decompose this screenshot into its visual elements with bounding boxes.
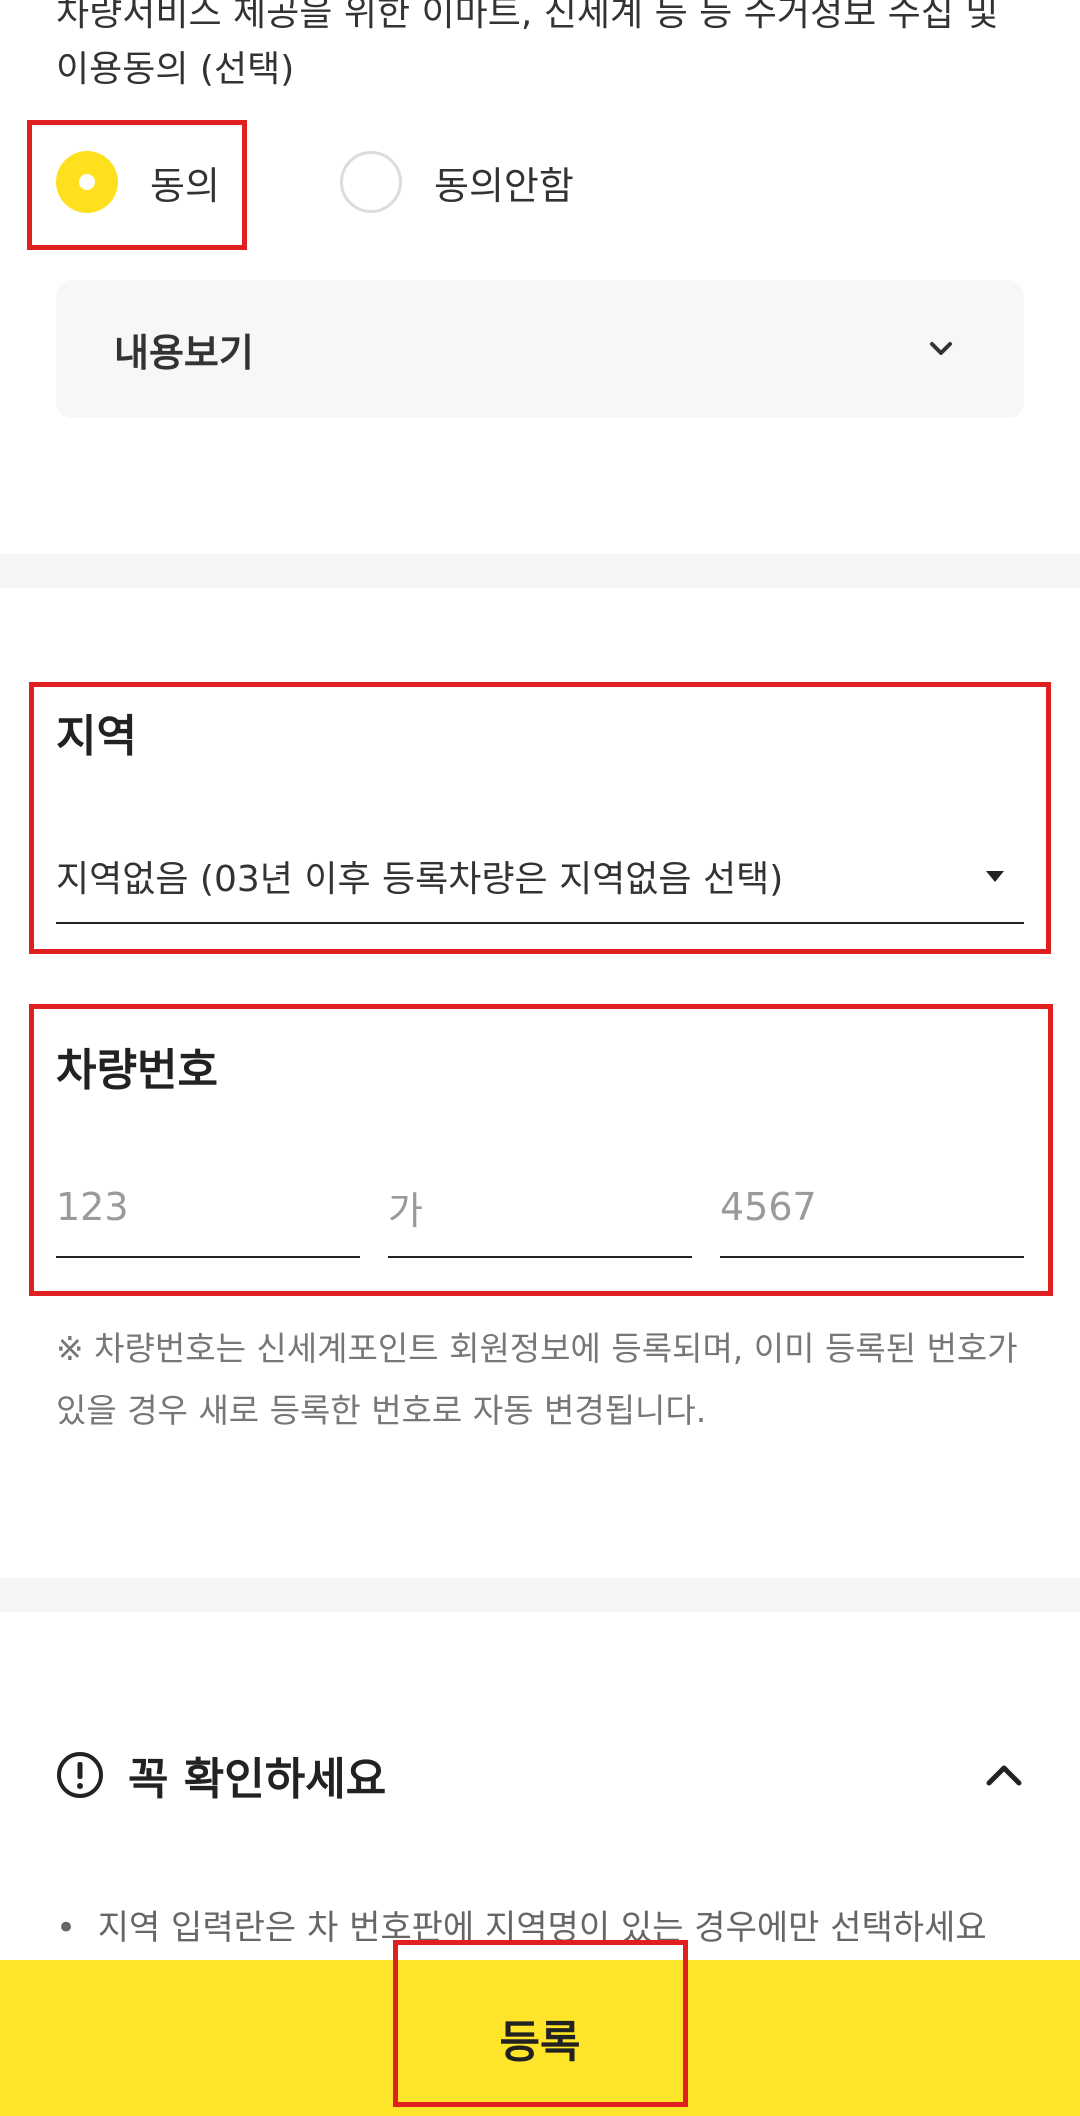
plate-area-input[interactable]: 123 (56, 1158, 360, 1258)
consent-text-line2: 이용동의 (선택) (56, 49, 295, 90)
consent-radio-group: 동의 동의안함 (56, 140, 756, 224)
consent-agree-option[interactable]: 동의 (56, 140, 220, 224)
consent-details-label: 내용보기 (114, 330, 254, 375)
consent-disagree-option[interactable]: 동의안함 (340, 140, 574, 224)
chevron-up-icon[interactable] (984, 1762, 1024, 1788)
notice-list-item: • 지역 입력란은 차 번호판에 지역명이 있는 경우에만 선택하세요 (56, 1900, 1024, 1956)
section-divider (0, 554, 1080, 588)
plate-note: ※ 차량번호는 신세계포인트 회원정보에 등록되며, 이미 등록된 번호가 있을… (56, 1329, 1018, 1430)
notice-item-text: 지역 입력란은 차 번호판에 지역명이 있는 경우에만 선택하세요 (97, 1908, 987, 1948)
consent-details-accordion[interactable]: 내용보기 (56, 280, 1024, 418)
radio-unselected-icon[interactable] (340, 151, 402, 213)
plate-number-placeholder: 4567 (720, 1185, 817, 1229)
register-button-label: 등록 (499, 2017, 581, 2068)
region-title: 지역 (56, 711, 137, 762)
chevron-down-icon (930, 342, 952, 355)
exclamation-circle-icon (57, 1752, 103, 1798)
plate-char-input[interactable]: 가 (388, 1158, 692, 1258)
region-selected-value: 지역없음 (03년 이후 등록차량은 지역없음 선택) (56, 859, 784, 900)
consent-description: 차량서비스 제공을 위한 이마트, 신세계 등 등 수거정보 수집 및 이용동의… (56, 0, 1016, 98)
region-select[interactable]: 지역없음 (03년 이후 등록차량은 지역없음 선택) (56, 830, 1024, 924)
notice-title: 꼭 확인하세요 (128, 1754, 387, 1805)
notice-header[interactable]: 꼭 확인하세요 (56, 1740, 1024, 1810)
bullet-icon: • (56, 1908, 77, 1948)
register-button[interactable]: 등록 (0, 1960, 1080, 2116)
plate-area-placeholder: 123 (56, 1185, 129, 1229)
radio-selected-icon[interactable] (56, 151, 118, 213)
consent-agree-label: 동의 (150, 163, 220, 208)
dropdown-caret-icon (986, 870, 1004, 882)
plate-number-input[interactable]: 4567 (720, 1158, 1024, 1258)
consent-disagree-label: 동의안함 (434, 163, 574, 208)
plate-title: 차량번호 (56, 1045, 218, 1096)
plate-char-placeholder: 가 (388, 1188, 423, 1233)
consent-text-line1: 차량서비스 제공을 위한 이마트, 신세계 등 등 수거정보 수집 및 (56, 0, 999, 34)
section-divider (0, 1578, 1080, 1612)
